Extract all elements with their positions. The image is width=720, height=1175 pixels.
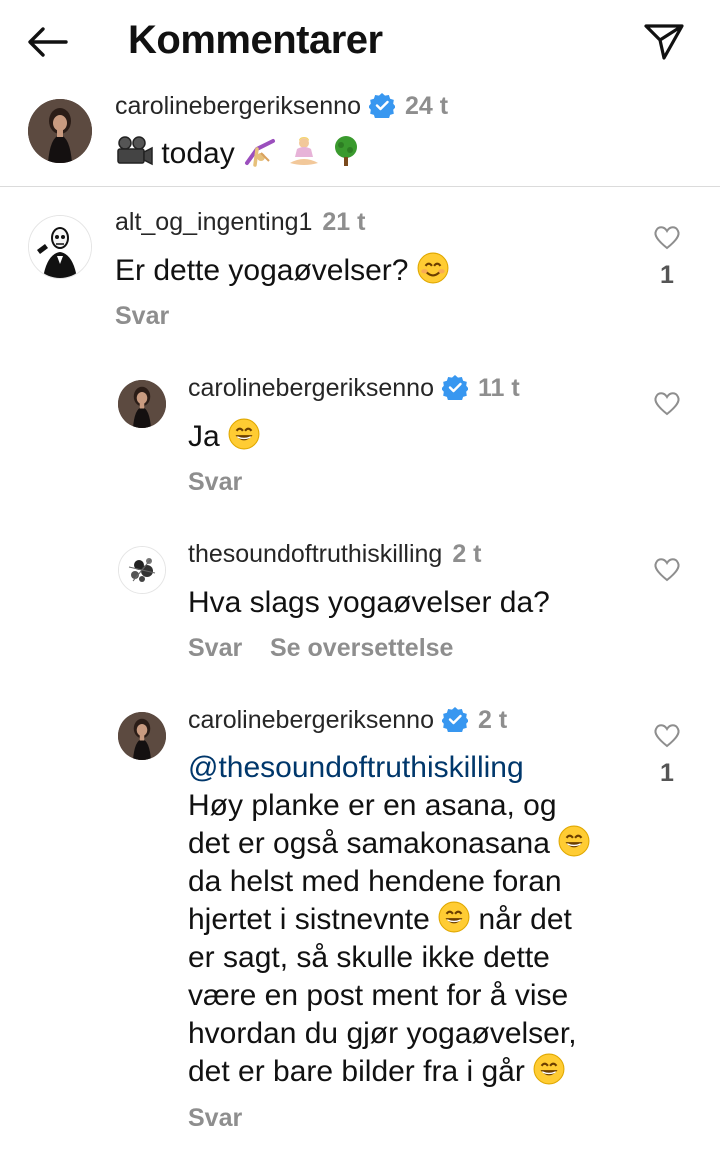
- reply-button[interactable]: Svar: [188, 633, 242, 663]
- like-count: 1: [660, 759, 674, 787]
- comment-line: når det: [478, 903, 572, 936]
- arrow-left-icon: [28, 27, 68, 57]
- avatar[interactable]: [118, 380, 166, 428]
- heart-icon: [654, 558, 680, 581]
- avatar[interactable]: [28, 99, 92, 163]
- timestamp: 24 t: [404, 92, 449, 120]
- heart-icon: [654, 226, 680, 249]
- verified-badge-icon: [368, 92, 395, 118]
- username[interactable]: carolinebergeriksenno: [188, 706, 434, 734]
- caption-text: today: [115, 135, 362, 173]
- like-button[interactable]: [647, 549, 687, 589]
- smiling-face-icon: [416, 252, 449, 284]
- mention-link[interactable]: @thesoundoftruthiskilling: [188, 749, 628, 787]
- share-button[interactable]: [636, 16, 692, 68]
- timestamp: 2 t: [452, 540, 482, 568]
- cartwheel-icon: [245, 139, 276, 167]
- see-translation-button[interactable]: Se oversettelse: [270, 633, 453, 663]
- like-count: 1: [660, 261, 674, 289]
- timestamp: 21 t: [322, 208, 366, 236]
- lotus-position-icon: [290, 137, 319, 165]
- tree-icon: [334, 136, 357, 166]
- caption-meta: carolinebergeriksenno 24 t: [115, 91, 448, 125]
- avatar[interactable]: [118, 546, 166, 594]
- comment-line: er sagt, så skulle ikke dette: [188, 941, 550, 974]
- comment-line: være en post ment for å vise: [188, 979, 569, 1012]
- username[interactable]: carolinebergeriksenno: [115, 92, 361, 120]
- grinning-face-icon: [228, 418, 261, 450]
- username[interactable]: carolinebergeriksenno: [188, 374, 434, 402]
- like-button[interactable]: [647, 383, 687, 423]
- heart-icon: [654, 392, 680, 415]
- comment-line: hjertet i sistnevnte: [188, 903, 430, 936]
- reply-button[interactable]: Svar: [188, 467, 242, 497]
- timestamp: 11 t: [477, 374, 520, 402]
- comment-line: det er også samakonasana: [188, 827, 550, 860]
- comment-line: da helst med hendene foran: [188, 865, 562, 898]
- comment-line: det er bare bilder fra i går: [188, 1055, 525, 1088]
- like-button[interactable]: [647, 715, 687, 755]
- comment-meta: thesoundoftruthiskilling 2 t: [188, 539, 482, 573]
- timestamp: 2 t: [477, 706, 508, 734]
- reply-button[interactable]: Svar: [115, 301, 169, 331]
- username[interactable]: thesoundoftruthiskilling: [188, 540, 442, 568]
- grinning-face-icon: [558, 825, 591, 857]
- reply-button[interactable]: Svar: [188, 1103, 242, 1133]
- comment-text: Er dette yogaøvelser?: [115, 252, 449, 290]
- film-projector-icon: [117, 136, 153, 166]
- comment-meta: carolinebergeriksenno 2 t: [188, 705, 507, 739]
- comment-meta: alt_og_ingenting1 21 t: [115, 207, 366, 241]
- grinning-face-icon: [533, 1053, 566, 1085]
- comment-meta: carolinebergeriksenno 11 t: [188, 373, 520, 407]
- divider: [0, 186, 720, 187]
- avatar[interactable]: [118, 712, 166, 760]
- comment-body: Er dette yogaøvelser?: [115, 254, 409, 287]
- comment-line: Høy planke er en asana, og: [188, 789, 557, 822]
- comment-body: Ja: [188, 420, 220, 453]
- top-bar: Kommentarer: [0, 0, 720, 82]
- username[interactable]: alt_og_ingenting1: [115, 208, 312, 236]
- comment-line-wrapper: det er bare bilder fra i går: [188, 1053, 628, 1091]
- page-title: Kommentarer: [128, 18, 383, 62]
- comment-line-wrapper: hjertet i sistnevnte når det: [188, 901, 628, 939]
- back-button[interactable]: [22, 16, 74, 68]
- comment-line-wrapper: det er også samakonasana: [188, 825, 628, 863]
- grinning-face-icon: [438, 901, 471, 933]
- comment-text: @thesoundoftruthiskilling Høy planke er …: [188, 749, 628, 1091]
- paper-plane-icon: [644, 24, 684, 60]
- caption-word: today: [161, 137, 235, 170]
- comment-text: Ja: [188, 418, 261, 456]
- comment-text: Hva slags yogaøvelser da?: [188, 586, 550, 619]
- avatar[interactable]: [28, 215, 92, 279]
- comment-line: hvordan du gjør yogaøvelser,: [188, 1017, 577, 1050]
- verified-badge-icon: [441, 706, 468, 732]
- heart-icon: [654, 724, 680, 747]
- like-button[interactable]: [647, 217, 687, 257]
- verified-badge-icon: [441, 374, 468, 400]
